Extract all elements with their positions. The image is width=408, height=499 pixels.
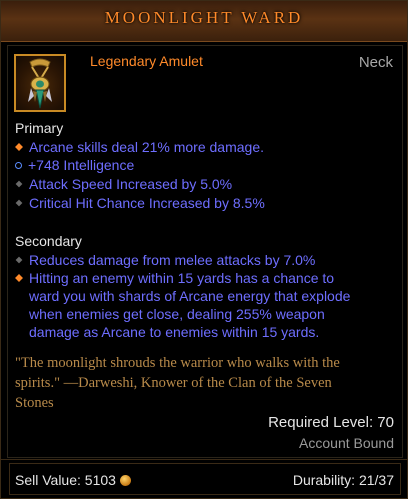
- item-icon-frame: [14, 54, 66, 112]
- item-name: Moonlight Ward: [104, 8, 304, 27]
- item-tooltip: Moonlight Ward Legendary Amulet Neck Pri…: [0, 0, 408, 499]
- grey-diamond-icon: [15, 199, 23, 207]
- item-slot: Neck: [358, 54, 393, 71]
- grey-diamond-icon: [15, 256, 23, 264]
- durability: Durability: 21/37: [292, 472, 394, 488]
- secondary-section-title: Secondary: [15, 233, 82, 249]
- primary-section-title: Primary: [15, 120, 64, 136]
- footer-divider: [1, 459, 407, 460]
- blue-ring-icon: [15, 162, 22, 169]
- primary-prop: Critical Hit Chance Increased by 8.5%: [15, 194, 265, 212]
- orange-diamond-icon: [15, 274, 23, 282]
- orange-diamond-icon: [15, 143, 23, 151]
- flavor-text: "The moonlight shrouds the warrior who w…: [15, 355, 340, 411]
- tooltip-header: Moonlight Ward: [1, 1, 407, 42]
- item-type: Legendary Amulet: [90, 53, 203, 69]
- primary-prop: +748 Intelligence: [15, 156, 134, 174]
- secondary-prop: Hitting an enemy within 15 yards has a c…: [15, 269, 385, 341]
- sell-value: Sell Value: 5103: [15, 472, 131, 488]
- account-bound: Account Bound: [299, 435, 394, 451]
- secondary-prop: Reduces damage from melee attacks by 7.0…: [15, 251, 315, 269]
- gold-coin-icon: [119, 475, 131, 486]
- grey-diamond-icon: [15, 180, 23, 188]
- primary-prop: Attack Speed Increased by 5.0%: [15, 175, 232, 193]
- primary-prop: Arcane skills deal 21% more damage.: [15, 138, 264, 156]
- amulet-icon: [28, 58, 52, 109]
- required-level: Required Level: 70: [268, 414, 394, 431]
